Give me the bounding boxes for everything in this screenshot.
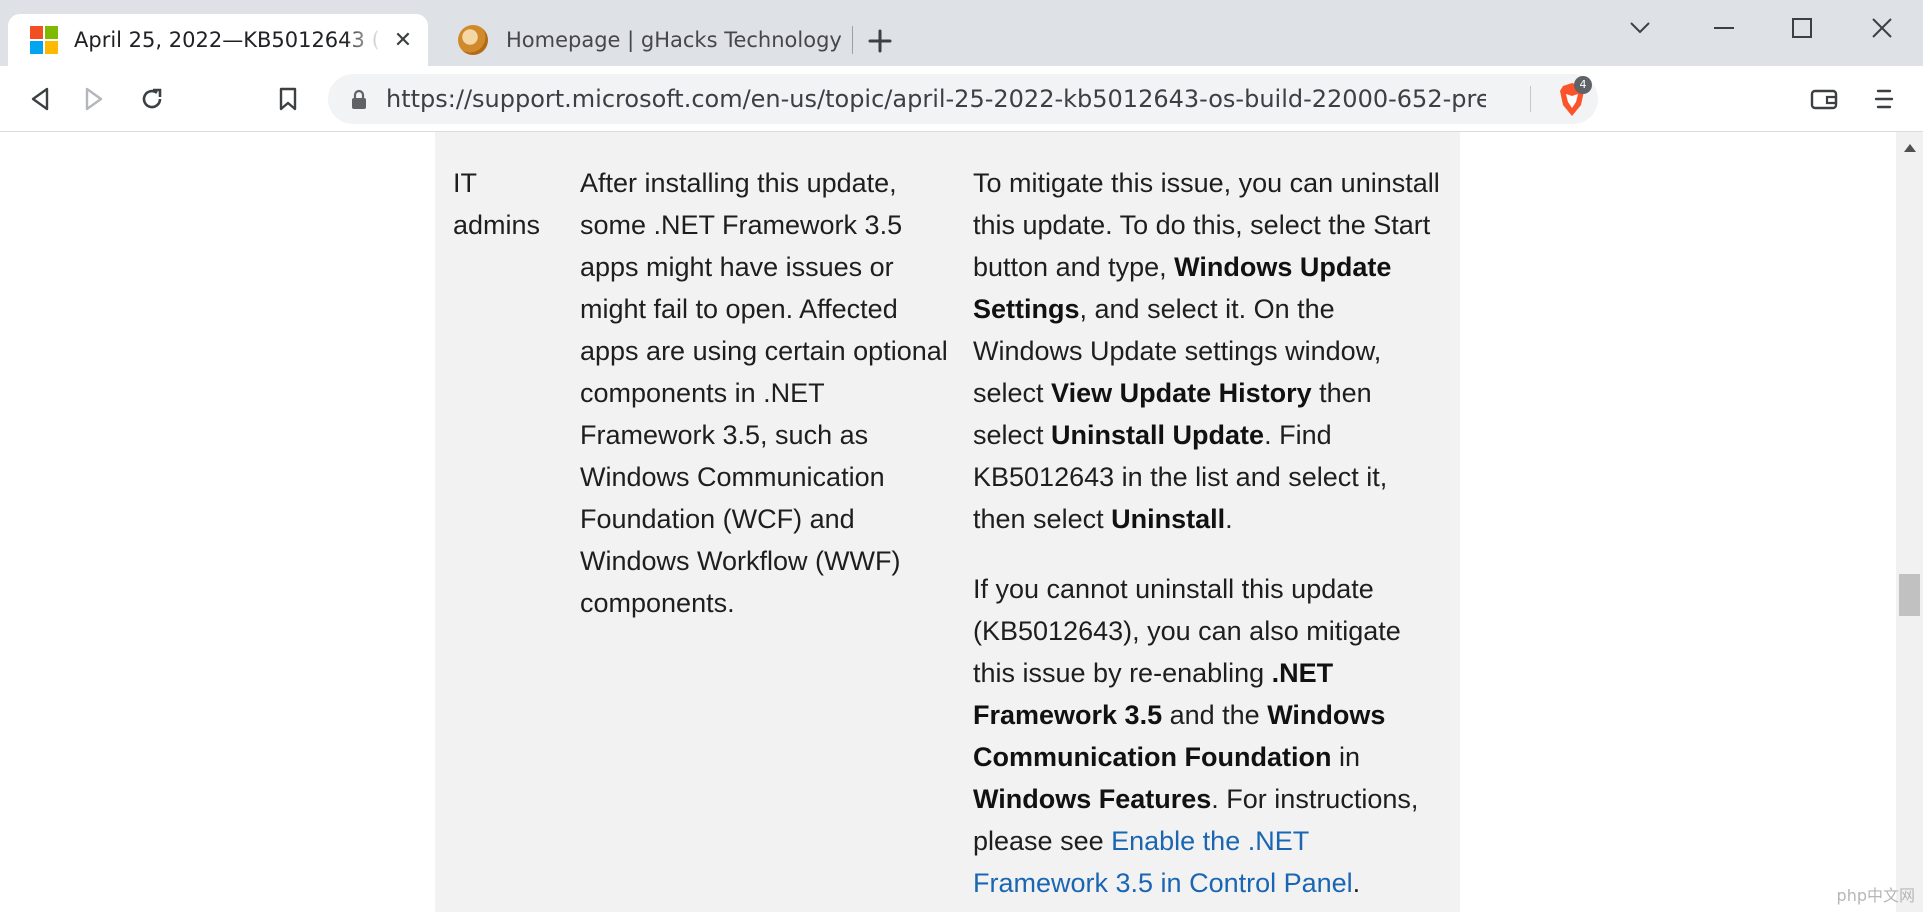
triangle-up-icon — [1903, 144, 1916, 152]
bold-text: Uninstall Update — [1051, 420, 1265, 450]
browser-toolbar: https://support.microsoft.com/en-us/topi… — [0, 66, 1923, 132]
menu-button[interactable] — [1862, 77, 1906, 121]
text-run: in — [1331, 742, 1360, 772]
forward-button[interactable] — [72, 77, 116, 121]
ghacks-logo-icon — [458, 25, 488, 55]
bold-text: View Update History — [1051, 378, 1312, 408]
close-window-button[interactable] — [1854, 8, 1910, 48]
known-issues-table-row: IT admins After installing this update, … — [435, 132, 1460, 912]
bold-text: Uninstall — [1111, 504, 1226, 534]
tab-title: Homepage | gHacks Technology News — [506, 28, 846, 52]
site-watermark: php中文网 — [1836, 886, 1915, 905]
wallet-button[interactable] — [1802, 77, 1846, 121]
tab-strip: April 25, 2022—KB5012643 (OS Build 22000… — [0, 0, 1923, 66]
tab-search-button[interactable] — [1612, 8, 1668, 48]
maximize-icon — [1792, 18, 1812, 38]
back-button[interactable] — [18, 77, 62, 121]
minimize-icon — [1714, 27, 1734, 29]
text-run: and the — [1162, 700, 1268, 730]
tab-kb5012643[interactable]: April 25, 2022—KB5012643 (OS Build 22000… — [8, 14, 428, 66]
tab-separator — [852, 26, 853, 54]
maximize-button[interactable] — [1774, 8, 1830, 48]
wallet-icon — [1810, 89, 1838, 110]
microsoft-logo-icon — [30, 26, 58, 54]
hamburger-menu-icon — [1874, 89, 1894, 109]
vertical-scrollbar[interactable] — [1896, 132, 1923, 912]
scroll-thumb[interactable] — [1899, 574, 1920, 616]
page-viewport: IT admins After installing this update, … — [0, 132, 1896, 912]
bookmark-button[interactable] — [266, 77, 310, 121]
text-run: If you cannot uninstall this update (KB5… — [973, 574, 1401, 688]
bold-text: Windows Features — [973, 784, 1212, 814]
close-tab-icon[interactable]: ✕ — [388, 25, 418, 55]
plus-icon — [868, 29, 892, 53]
close-icon — [1872, 18, 1892, 38]
tab-ghacks-homepage[interactable]: Homepage | gHacks Technology News — [436, 14, 846, 66]
back-arrow-icon — [31, 87, 49, 111]
new-tab-button[interactable] — [862, 23, 898, 59]
workaround-paragraph-uninstall: To mitigate this issue, you can uninstal… — [973, 162, 1443, 540]
applies-to-cell: IT admins — [453, 168, 541, 240]
text-run: . — [1225, 504, 1233, 534]
shields-count-badge: 4 — [1574, 76, 1592, 94]
bookmark-icon — [279, 87, 297, 111]
url-text[interactable]: https://support.microsoft.com/en-us/topi… — [386, 74, 1486, 124]
reload-button[interactable] — [130, 77, 174, 121]
reload-icon — [142, 88, 162, 109]
minimize-button[interactable] — [1696, 8, 1752, 48]
forward-arrow-icon — [85, 87, 103, 111]
chevron-down-icon — [1630, 22, 1650, 34]
symptom-cell: After installing this update, some .NET … — [580, 168, 948, 618]
tab-title: April 25, 2022—KB5012643 (OS Build 22000… — [74, 28, 382, 52]
address-bar[interactable]: https://support.microsoft.com/en-us/topi… — [328, 74, 1598, 124]
lock-icon[interactable] — [348, 88, 370, 110]
text-run: . — [1352, 868, 1361, 898]
scroll-up-button[interactable] — [1896, 138, 1923, 158]
workaround-paragraph-reenable: If you cannot uninstall this update (KB5… — [973, 568, 1443, 904]
workaround-cell: To mitigate this issue, you can uninstal… — [973, 162, 1443, 912]
address-bar-separator — [1530, 86, 1531, 112]
